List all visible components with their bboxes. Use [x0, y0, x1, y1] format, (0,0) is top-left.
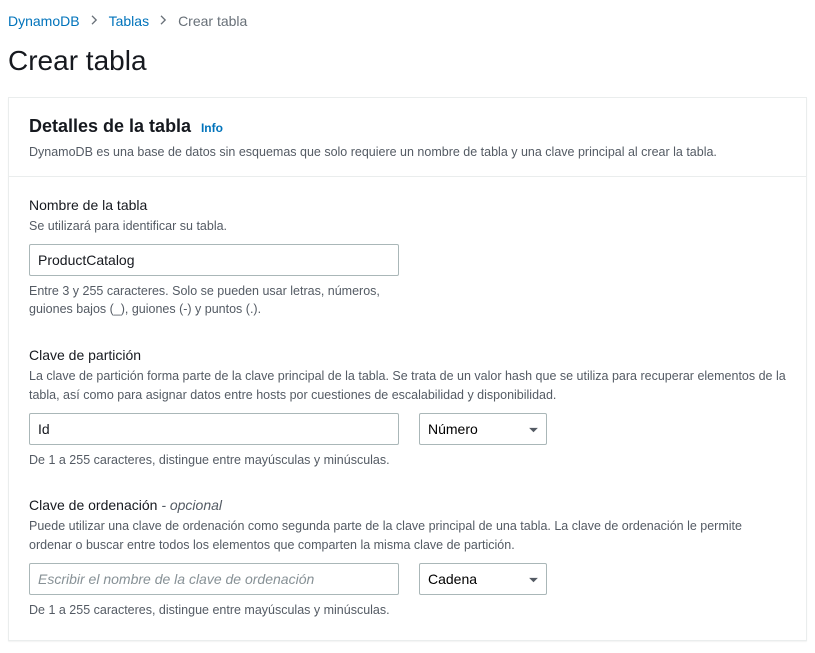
- sort-key-field-group: Clave de ordenación - opcional Puede uti…: [29, 497, 786, 619]
- breadcrumb-current: Crear tabla: [178, 13, 247, 29]
- table-name-constraint: Entre 3 y 255 caracteres. Solo se pueden…: [29, 282, 399, 320]
- panel-body: Nombre de la tabla Se utilizará para ide…: [9, 177, 806, 640]
- table-details-panel: Detalles de la tabla Info DynamoDB es un…: [8, 97, 807, 641]
- partition-key-description: La clave de partición forma parte de la …: [29, 367, 786, 405]
- info-link[interactable]: Info: [201, 121, 223, 135]
- sort-key-type-select-wrap: Cadena: [419, 563, 547, 595]
- sort-key-label: Clave de ordenación - opcional: [29, 497, 786, 513]
- partition-key-input[interactable]: [29, 413, 399, 445]
- panel-description: DynamoDB es una base de datos sin esquem…: [29, 143, 786, 162]
- partition-key-label: Clave de partición: [29, 347, 786, 363]
- panel-header: Detalles de la tabla Info DynamoDB es un…: [9, 98, 806, 177]
- table-name-label: Nombre de la tabla: [29, 197, 786, 213]
- chevron-right-icon: [159, 12, 168, 29]
- page-title: Crear tabla: [8, 45, 807, 77]
- sort-key-input[interactable]: [29, 563, 399, 595]
- partition-key-type-select[interactable]: Número: [419, 413, 547, 445]
- sort-key-label-text: Clave de ordenación: [29, 497, 157, 513]
- table-name-description: Se utilizará para identificar su tabla.: [29, 217, 786, 236]
- table-name-field-group: Nombre de la tabla Se utilizará para ide…: [29, 197, 786, 319]
- partition-key-constraint: De 1 a 255 caracteres, distingue entre m…: [29, 451, 399, 470]
- breadcrumb: DynamoDB Tablas Crear tabla: [8, 12, 807, 29]
- chevron-right-icon: [90, 12, 99, 29]
- sort-key-type-select[interactable]: Cadena: [419, 563, 547, 595]
- sort-key-description: Puede utilizar una clave de ordenación c…: [29, 517, 786, 555]
- sort-key-optional: - opcional: [161, 497, 222, 513]
- partition-key-type-select-wrap: Número: [419, 413, 547, 445]
- partition-key-field-group: Clave de partición La clave de partición…: [29, 347, 786, 469]
- breadcrumb-dynamodb[interactable]: DynamoDB: [8, 13, 80, 29]
- sort-key-constraint: De 1 a 255 caracteres, distingue entre m…: [29, 601, 399, 620]
- panel-title: Detalles de la tabla: [29, 116, 191, 136]
- breadcrumb-tables[interactable]: Tablas: [109, 13, 149, 29]
- table-name-input[interactable]: [29, 244, 399, 276]
